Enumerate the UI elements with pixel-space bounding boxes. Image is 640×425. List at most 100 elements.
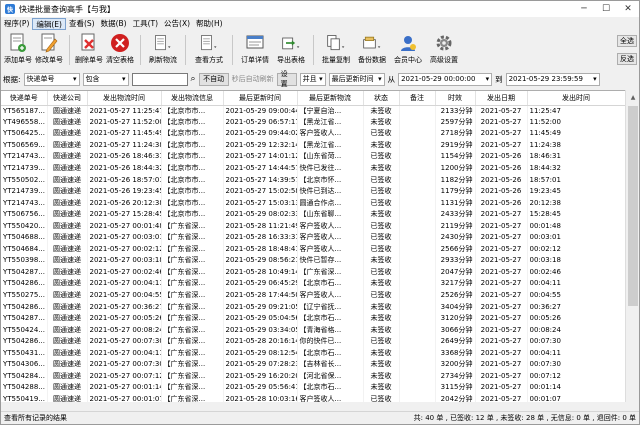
table-row[interactable]: YT565187... 圆通速递 2021-05-27 11:25:47 【北京市市.… (1, 105, 625, 117)
table-row[interactable]: YT214743... 圆通速递 2021-05-26 18:46:31 【北京市市.… (1, 151, 625, 163)
table-row[interactable]: YT504688... 圆通速递 2021-05-27 00:03:01 【广东省深.… (1, 232, 625, 244)
column-header[interactable]: 发出物流时间 (87, 91, 162, 106)
column-header[interactable]: 发出日期 (475, 91, 528, 106)
horizontal-scrollbar[interactable] (1, 402, 625, 411)
column-header[interactable]: 发出时间 (527, 91, 625, 106)
table-cell: YT214739... (1, 185, 48, 198)
column-header[interactable]: 最后更新物流 (297, 91, 364, 106)
table-cell: 【广东省深... (161, 289, 224, 302)
menu-edit[interactable]: 编辑(E) (32, 18, 66, 30)
member-center-button[interactable]: 会员中心 (390, 32, 426, 68)
table-row[interactable]: YT550420... 圆通速递 2021-05-27 00:01:48 【广东省深.… (1, 220, 625, 233)
table-row[interactable]: YT504306... 圆通速递 2021-05-27 00:07:30 【广东省深.… (1, 359, 625, 371)
batch-copy-button[interactable]: 批量复制 (318, 32, 354, 68)
filter-bar: 根据: 快递单号 ▾ 包含 ▾ ⌕ 不自动 秒后自动刷新 设置 并且 ▾ 最后更新时间… (1, 70, 639, 88)
table-row[interactable]: YT506425... 圆通速递 2021-05-27 11:45:49 【北京市市.… (1, 128, 625, 140)
table-row[interactable]: YT550419... 圆通速递 2021-05-27 00:01:07 【广东省深.… (1, 393, 625, 402)
export-table-button[interactable]: 导出表格 (273, 32, 309, 68)
table-row[interactable]: YT504287... 圆通速递 2021-05-27 00:05:26 【广东省深.… (1, 312, 625, 325)
table-cell: 2021-05-26 (475, 151, 528, 163)
filter-field-select[interactable]: 快递单号 ▾ (23, 72, 80, 86)
search-icon[interactable]: ⌕ (191, 74, 196, 84)
table-cell: 【广东省深... (161, 312, 224, 325)
menu-data[interactable]: 数据(B) (98, 18, 130, 30)
column-header[interactable]: 状态 (363, 91, 400, 106)
table-row[interactable]: YT496558... 圆通速递 2021-05-27 11:52:00 【北京市市.… (1, 116, 625, 129)
sort-field-select[interactable]: 最后更新时间 ▾ (328, 72, 385, 86)
order-detail-button[interactable]: 订单详情 (237, 32, 273, 68)
select-all-button[interactable]: 全选 (617, 35, 637, 47)
clear-table-button[interactable]: 清空表格 (104, 32, 136, 68)
table-row[interactable]: YT214739... 圆通速递 2021-05-26 18:44:32 【北京市市.… (1, 162, 625, 175)
table-cell: 已签收 (363, 197, 400, 209)
table-cell: 圆通速递 (47, 243, 88, 256)
table-row[interactable]: YT504287... 圆通速递 2021-05-27 00:02:46 【广东省深.… (1, 266, 625, 279)
advanced-settings-button[interactable]: 高级设置 (426, 32, 462, 68)
delete-tracking-button[interactable]: 删除单号 (74, 32, 104, 68)
table-row[interactable]: YT504288... 圆通速递 2021-05-27 00:01:14 【广东省深.… (1, 382, 625, 394)
column-header[interactable]: 快递单号 (1, 91, 48, 106)
table-row[interactable]: YT214739... 圆通速递 2021-05-26 19:23:45 【北京市市.… (1, 185, 625, 198)
table-row[interactable]: YT504286... 圆通速递 2021-05-27 00:04:11 【广东省深.… (1, 278, 625, 290)
column-header[interactable]: 发出物流信息 (161, 91, 224, 106)
scroll-up-icon[interactable]: ▲ (626, 90, 639, 104)
tracking-table: 快递单号 快递公司 发出物流时间 发出物流信息 最后更新时间 最后更新物流 状态 备注 时效 发出… (1, 90, 625, 402)
auto-refresh-toggle[interactable]: 不自动 (198, 72, 229, 86)
table-row[interactable]: YT550502... 圆通速递 2021-05-26 18:57:01 【北京市市.… (1, 174, 625, 186)
table-row[interactable]: YT504286... 圆通速递 2021-05-27 00:07:30 【广东省深.… (1, 335, 625, 348)
refresh-logistics-button[interactable]: 刷新物流 (145, 32, 181, 68)
table-cell: 快件已发往... (297, 162, 364, 175)
menu-tools[interactable]: 工具(T) (130, 18, 161, 30)
column-header[interactable]: 时效 (435, 91, 476, 106)
table-cell: YT504286... (1, 301, 48, 313)
maximize-button[interactable]: ☐ (595, 1, 617, 17)
filter-value-input[interactable] (131, 72, 188, 86)
table-cell: 00:07:12 (527, 370, 625, 383)
table-cell: 圆通速递 (47, 266, 88, 279)
table-cell: 【广东省深... (161, 382, 224, 394)
table-row[interactable]: YT504286... 圆通速递 2021-05-27 00:36:27 【广东省深.… (1, 301, 625, 313)
order-detail-label: 订单详情 (241, 56, 269, 64)
view-mode-button[interactable]: 查看方式 (190, 32, 228, 68)
table-row[interactable]: YT550431... 圆通速递 2021-05-27 00:04:11 【广东省深.… (1, 347, 625, 360)
menu-bar: 程序(P) 编辑(E) 查看(S) 数据(B) 工具(T) 公告(X) 帮助(H… (1, 17, 639, 31)
to-date-picker[interactable]: 2021-05-29 23:59:59 ▾ (505, 72, 600, 86)
from-date-picker[interactable]: 2021-05-29 00:00:00 ▾ (398, 72, 493, 86)
column-header[interactable]: 最后更新时间 (223, 91, 298, 106)
menu-program[interactable]: 程序(P) (1, 18, 32, 30)
backup-data-button[interactable]: 备份数据 (354, 32, 390, 68)
filter-match-select[interactable]: 包含 ▾ (82, 72, 129, 86)
close-button[interactable]: ✕ (617, 1, 639, 17)
menu-announcement[interactable]: 公告(X) (161, 18, 193, 30)
table-cell: 00:01:48 (527, 220, 625, 233)
table-row[interactable]: YT506756... 圆通速递 2021-05-27 15:28:45 【北京市市.… (1, 208, 625, 221)
table-row[interactable]: YT214743... 圆通速递 2021-05-26 20:12:38 【北京市市.… (1, 197, 625, 209)
menu-view[interactable]: 查看(S) (66, 18, 98, 30)
table-cell: 2021-05-27 00:07:30 (87, 359, 162, 371)
table-cell (399, 208, 436, 221)
table-row[interactable]: YT504284... 圆通速递 2021-05-27 00:07:12 【广东省深.… (1, 370, 625, 383)
table-cell: 00:07:30 (527, 335, 625, 348)
minimize-button[interactable]: ─ (573, 1, 595, 17)
table-row[interactable]: YT550424... 圆通速递 2021-05-27 00:08:24 【广东省深.… (1, 324, 625, 336)
table-cell: 00:03:01 (527, 232, 625, 244)
table-cell: 2021-05-27 11:25:47 (87, 105, 162, 117)
table-cell: 【广东省深... (161, 232, 224, 244)
logic-select[interactable]: 并且 ▾ (299, 72, 326, 86)
table-row[interactable]: YT506569... 圆通速递 2021-05-27 11:24:38 【北京市市.… (1, 139, 625, 152)
table-row[interactable]: YT504684... 圆通速递 2021-05-27 00:02:12 【广东省深.… (1, 243, 625, 256)
table-row[interactable]: YT550275... 圆通速递 2021-05-27 00:04:55 【广东省深.… (1, 289, 625, 302)
column-header[interactable]: 快递公司 (47, 91, 88, 106)
add-tracking-button[interactable]: 添加单号 (3, 32, 33, 68)
vertical-scrollbar[interactable]: ▲ (625, 90, 639, 402)
edit-tracking-button[interactable]: 修改单号 (33, 32, 65, 68)
from-label: 从 (387, 74, 396, 84)
table-cell: 11:24:38 (527, 139, 625, 152)
column-header[interactable]: 备注 (399, 91, 436, 106)
table-row[interactable]: YT550398... 圆通速递 2021-05-27 00:03:18 【广东省深.… (1, 255, 625, 267)
invert-selection-button[interactable]: 反选 (617, 53, 637, 65)
filter-by-label: 根据: (3, 74, 21, 84)
auto-refresh-settings-button[interactable]: 设置 (276, 70, 297, 88)
menu-help[interactable]: 帮助(H) (193, 18, 226, 30)
scroll-thumb[interactable] (628, 106, 638, 306)
